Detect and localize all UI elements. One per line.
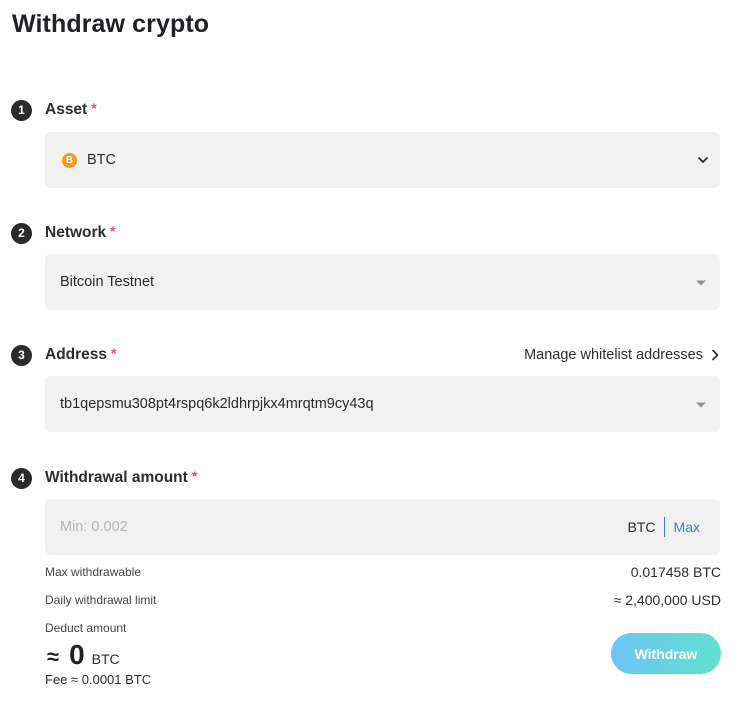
- amount-field: BTC Max: [45, 499, 720, 555]
- step-network-header: 2 Network *: [11, 222, 116, 244]
- step-number-1: 1: [11, 99, 32, 121]
- step-number-4: 4: [11, 467, 32, 489]
- address-select[interactable]: tb1qepsmu308pt4rspq6k2ldhrpjkx4mrqtm9cy4…: [45, 376, 720, 432]
- caret-down-icon: [696, 280, 706, 286]
- max-button[interactable]: Max: [674, 519, 700, 535]
- deduct-amount-value: ≈ 0 BTC: [47, 639, 120, 671]
- step-label-address: Address: [45, 346, 108, 363]
- deduct-number: 0: [69, 639, 85, 670]
- deduct-unit: BTC: [91, 651, 120, 667]
- step-label-network: Network: [45, 224, 107, 241]
- daily-limit-row: Daily withdrawal limit ≈ 2,400,000 USD: [45, 592, 721, 608]
- amount-suffix: BTC Max: [628, 517, 700, 537]
- daily-limit-label: Daily withdrawal limit: [45, 593, 157, 607]
- step-address-header: 3 Address *: [11, 344, 116, 366]
- required-marker: *: [191, 468, 198, 484]
- max-withdrawable-value: 0.017458 BTC: [630, 564, 721, 580]
- deduct-amount-label: Deduct amount: [45, 621, 127, 635]
- chevron-right-icon: [712, 349, 719, 361]
- step-number-2: 2: [11, 222, 32, 244]
- divider: [663, 517, 665, 537]
- caret-down-icon: [696, 402, 706, 408]
- asset-value: BTC: [87, 152, 116, 168]
- amount-unit: BTC: [627, 519, 656, 535]
- required-marker: *: [110, 223, 116, 239]
- max-withdrawable-row: Max withdrawable 0.017458 BTC: [45, 564, 721, 580]
- required-marker: *: [91, 100, 97, 116]
- max-withdrawable-label: Max withdrawable: [45, 565, 142, 579]
- step-asset-header: 1 Asset *: [11, 99, 97, 121]
- withdraw-button[interactable]: Withdraw: [611, 633, 721, 674]
- chevron-down-icon: [698, 157, 708, 163]
- manage-whitelist-link[interactable]: Manage whitelist addresses: [524, 347, 720, 363]
- step-label-asset: Asset: [45, 101, 88, 118]
- manage-whitelist-label: Manage whitelist addresses: [524, 347, 703, 363]
- approx-symbol: ≈: [47, 644, 60, 669]
- step-number-3: 3: [11, 344, 32, 366]
- page-title: Withdraw crypto: [12, 10, 210, 38]
- step-label-amount: Withdrawal amount: [45, 469, 188, 486]
- address-value: tb1qepsmu308pt4rspq6k2ldhrpjkx4mrqtm9cy4…: [60, 396, 374, 412]
- amount-input[interactable]: [60, 519, 540, 535]
- asset-select[interactable]: B BTC: [45, 132, 720, 188]
- step-amount-header: 4 Withdrawal amount *: [11, 467, 197, 489]
- required-marker: *: [111, 345, 117, 361]
- network-value: Bitcoin Testnet: [60, 274, 155, 290]
- daily-limit-value: ≈ 2,400,000 USD: [613, 592, 721, 608]
- fee-text: Fee ≈ 0.0001 BTC: [45, 672, 152, 687]
- network-select[interactable]: Bitcoin Testnet: [45, 254, 720, 310]
- bitcoin-icon: B: [62, 152, 77, 168]
